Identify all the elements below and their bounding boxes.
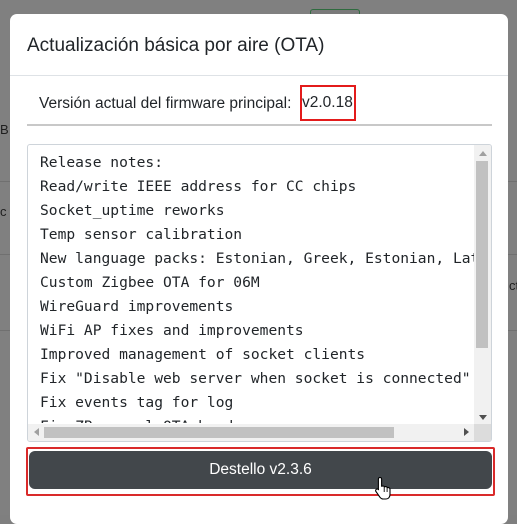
- vertical-scrollbar[interactable]: [474, 145, 491, 426]
- scroll-left-arrow-icon[interactable]: [34, 428, 39, 436]
- release-note-line: Temp sensor calibration: [40, 226, 243, 243]
- modal-title: Actualización básica por aire (OTA): [27, 35, 325, 56]
- firmware-version-row: Versión actual del firmware principal: v…: [27, 76, 492, 126]
- background-text: B: [0, 122, 9, 137]
- flash-firmware-button[interactable]: Destello v2.3.6: [29, 451, 492, 489]
- release-note-line: Fix "Disable web server when socket is c…: [40, 370, 471, 387]
- release-note-line: WiFi AP fixes and improvements: [40, 322, 304, 339]
- ota-modal: Actualización básica por aire (OTA) Vers…: [10, 14, 508, 524]
- vertical-scroll-thumb[interactable]: [476, 161, 488, 348]
- scroll-right-arrow-icon[interactable]: [464, 428, 469, 436]
- scroll-down-arrow-icon[interactable]: [479, 415, 487, 420]
- release-note-line: Fix events tag for log: [40, 394, 234, 411]
- horizontal-scroll-thumb[interactable]: [44, 427, 394, 438]
- release-note-line: New language packs: Estonian, Greek, Est…: [40, 250, 475, 267]
- release-note-line: Read/write IEEE address for CC chips: [40, 178, 357, 195]
- horizontal-scrollbar[interactable]: [28, 424, 475, 441]
- release-note-line: Socket_uptime reworks: [40, 202, 225, 219]
- release-note-line: Custom Zigbee OTA for 06M: [40, 274, 260, 291]
- background-text: ct: [509, 278, 517, 293]
- firmware-version-label: Versión actual del firmware principal:: [39, 95, 292, 112]
- release-notes-text: Release notes: Read/write IEEE address fo…: [40, 151, 475, 423]
- modal-header: Actualización básica por aire (OTA): [10, 14, 508, 76]
- scrollbar-corner: [474, 424, 491, 441]
- release-note-line: Improved management of socket clients: [40, 346, 366, 363]
- firmware-version-value: v2.0.18: [300, 85, 356, 121]
- hand-pointer-cursor-icon: [375, 476, 391, 500]
- release-notes-textarea[interactable]: Release notes: Read/write IEEE address fo…: [27, 144, 492, 442]
- release-note-line: WireGuard improvements: [40, 298, 234, 315]
- scroll-up-arrow-icon[interactable]: [479, 151, 487, 156]
- release-note-line: Release notes:: [40, 154, 164, 171]
- release-note-line: Fix ZB manual OTA header: [40, 415, 475, 423]
- background-text: c: [0, 204, 7, 219]
